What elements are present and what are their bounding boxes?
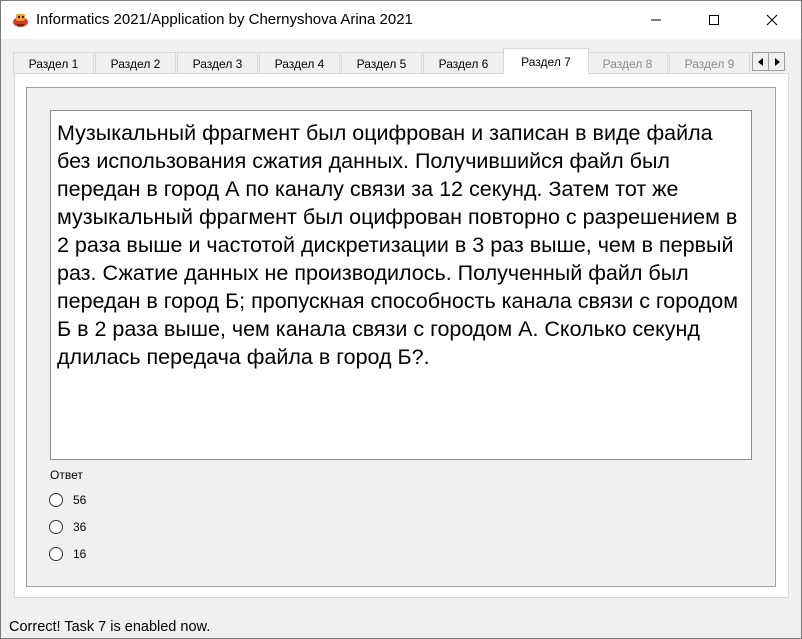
tab-razdel-7[interactable]: Раздел 7: [503, 48, 589, 74]
option-label: 36: [73, 520, 87, 534]
tab-razdel-9[interactable]: Раздел 9: [669, 52, 750, 74]
app-window: Informatics 2021/Application by Chernysh…: [0, 0, 802, 639]
answer-option[interactable]: 16: [49, 545, 86, 563]
question-text: Музыкальный фрагмент был оцифрован и зап…: [50, 110, 752, 460]
minimize-icon: [651, 19, 661, 21]
radio-button[interactable]: [49, 547, 63, 561]
tab-razdel-2[interactable]: Раздел 2: [95, 52, 176, 74]
answer-option[interactable]: 36: [49, 518, 86, 536]
tab-razdel-8[interactable]: Раздел 8: [587, 52, 668, 74]
tab-razdel-6[interactable]: Раздел 6: [423, 52, 504, 74]
tab-razdel-4[interactable]: Раздел 4: [259, 52, 340, 74]
maximize-button[interactable]: [685, 1, 743, 39]
tab-scroll-left-button[interactable]: [752, 52, 769, 71]
maximize-icon: [709, 15, 719, 25]
app-icon: [12, 11, 29, 28]
tab-label: Раздел 7: [521, 54, 571, 69]
tab-razdel-5[interactable]: Раздел 5: [341, 52, 422, 74]
tab-label: Раздел 4: [274, 56, 325, 71]
tab-label: Раздел 3: [192, 56, 243, 71]
title-bar[interactable]: Informatics 2021/Application by Chernysh…: [1, 1, 801, 39]
tab-razdel-1[interactable]: Раздел 1: [13, 52, 94, 74]
tab-razdel-3[interactable]: Раздел 3: [177, 52, 258, 74]
tab-label: Раздел 9: [684, 56, 735, 71]
close-icon: [766, 14, 778, 26]
answer-label: Ответ: [50, 468, 83, 482]
tab-label: Раздел 6: [438, 56, 489, 71]
status-bar: Correct! Task 7 is enabled now.: [1, 614, 801, 638]
tab-label: Раздел 8: [602, 56, 653, 71]
radio-button[interactable]: [49, 493, 63, 507]
arrow-left-icon: [757, 57, 763, 66]
answer-option[interactable]: 56: [49, 491, 86, 509]
window-title: Informatics 2021/Application by Chernysh…: [36, 11, 413, 28]
tab-label: Раздел 5: [356, 56, 407, 71]
tab-label: Раздел 2: [110, 56, 161, 71]
tab-scroll-right-button[interactable]: [768, 52, 785, 71]
option-label: 56: [73, 493, 87, 507]
radio-button[interactable]: [49, 520, 63, 534]
tab-label: Раздел 1: [28, 56, 79, 71]
status-text: Correct! Task 7 is enabled now.: [9, 619, 211, 635]
close-button[interactable]: [743, 1, 801, 39]
option-label: 16: [73, 547, 87, 561]
arrow-right-icon: [774, 57, 780, 66]
minimize-button[interactable]: [627, 1, 685, 39]
tab-strip: Раздел 1 Раздел 2 Раздел 3 Раздел 4 Разд…: [13, 48, 789, 74]
